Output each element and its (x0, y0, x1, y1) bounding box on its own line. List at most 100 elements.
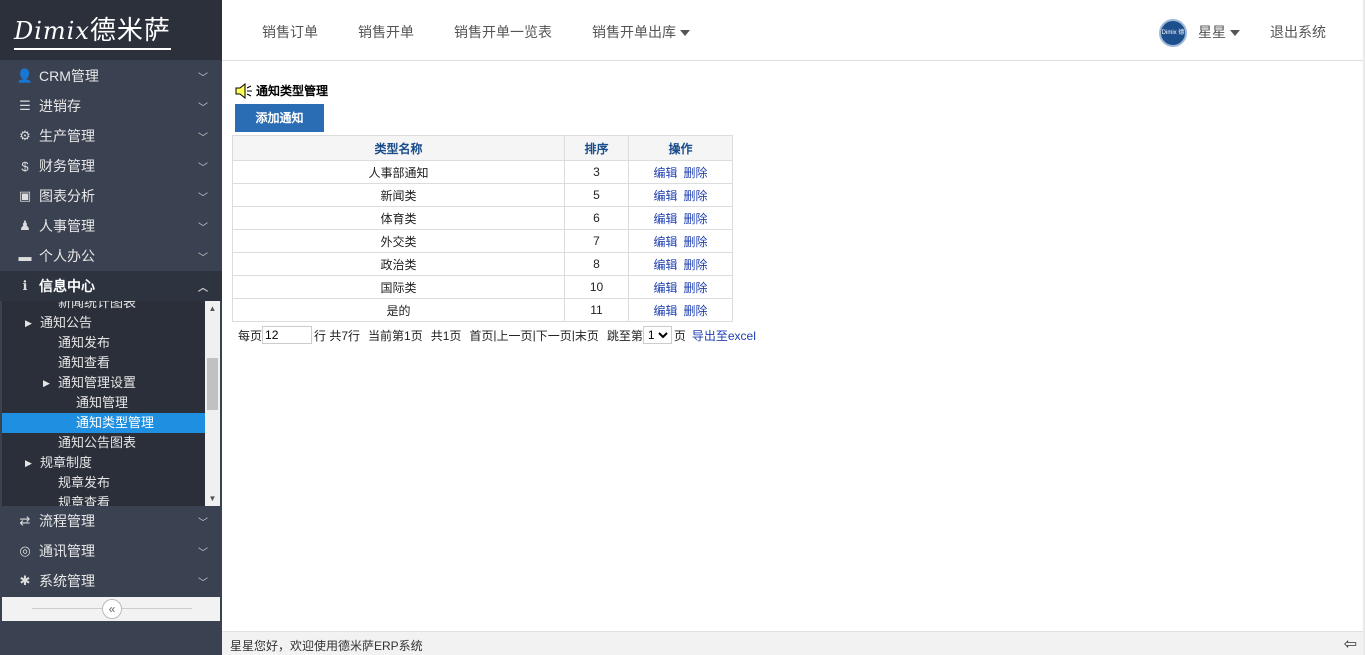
sidebar-item-user[interactable]: 👤 CRM管理 ﹀ (0, 61, 222, 91)
delete-link[interactable]: 删除 (684, 235, 708, 249)
sidebar-item-label: 进销存 (39, 98, 81, 114)
delete-link[interactable]: 删除 (684, 258, 708, 272)
sidebar-item-comments[interactable]: ◎ 通讯管理 ﹀ (0, 536, 222, 566)
cell-actions: 编辑 删除 (628, 252, 733, 276)
cell-order: 3 (564, 160, 629, 184)
per-page-input[interactable] (262, 326, 313, 344)
avatar[interactable]: Dimix 德米萨 (1159, 19, 1187, 60)
cell-type-name: 国际类 (232, 275, 565, 299)
submenu-item[interactable]: ▶ 规章制度 (2, 453, 205, 473)
caret-right-icon: ▶ (25, 318, 32, 328)
table-row: 人事部通知 3 编辑 删除 (232, 160, 733, 184)
sidebar-item-dollar[interactable]: $ 财务管理 ﹀ (0, 151, 222, 181)
submenu-item-label: 通知管理设置 (58, 375, 137, 390)
table-row: 新闻类 5 编辑 删除 (232, 183, 733, 207)
edit-link[interactable]: 编辑 (653, 304, 677, 318)
cell-type-name: 人事部通知 (232, 160, 565, 184)
edit-link[interactable]: 编辑 (653, 281, 677, 295)
first-page-link[interactable]: 首页 (469, 327, 493, 344)
scroll-up-icon[interactable]: ▲ (205, 301, 220, 316)
submenu-item[interactable]: 通知类型管理 (2, 413, 205, 433)
submenu-item-label: 规章查看 (58, 495, 111, 506)
submenu-scrollbar[interactable]: ▲ ▼ (205, 301, 220, 506)
sidebar-item-label: 系统管理 (39, 573, 95, 589)
submenu-item[interactable]: 通知发布 (2, 333, 205, 353)
chevron-down-icon: ﹀ (198, 133, 208, 144)
exchange-icon: ⇄ (19, 513, 31, 528)
collapse-sidebar-icon[interactable]: « (102, 599, 122, 619)
sidebar-item-list[interactable]: ☰ 进销存 ﹀ (0, 91, 222, 121)
prev-page-link[interactable]: 上一页 (497, 327, 533, 344)
export-excel-link[interactable]: 导出至excel (692, 327, 756, 344)
submenu-item[interactable]: 通知查看 (2, 353, 205, 373)
caret-down-icon (680, 30, 690, 37)
page-title-row: 通知类型管理 (235, 82, 328, 99)
submenu-item[interactable]: ▶ 通知管理设置 (2, 373, 205, 393)
submenu-item[interactable]: 通知公告图表 (2, 433, 205, 453)
sidebar-item-user-tie[interactable]: ♟ 人事管理 ﹀ (0, 211, 222, 241)
sidebar-item-label: 个人办公 (39, 248, 95, 264)
user-name: 星星 (1198, 24, 1226, 40)
column-header-order[interactable]: 排序 (564, 135, 629, 161)
cell-type-name: 外交类 (232, 229, 565, 253)
jump-page-select[interactable]: 1 (642, 326, 672, 344)
nav-sales-invoice-list[interactable]: 销售开单一览表 (454, 22, 552, 42)
chevron-down-icon: ﹀ (198, 163, 208, 174)
submenu-item[interactable]: ▶ 通知公告 (2, 313, 205, 333)
caret-down-icon (1230, 30, 1240, 37)
column-header-type-name[interactable]: 类型名称 (232, 135, 565, 161)
dollar-icon: $ (21, 158, 29, 174)
sidebar-item-image[interactable]: ▣ 图表分析 ﹀ (0, 181, 222, 211)
top-header: 销售订单 销售开单 销售开单一览表 销售开单出库 Dimix 德米萨 星星 退出… (222, 0, 1365, 61)
submenu-item[interactable]: 新闻统计图表 (2, 301, 205, 313)
sidebar-item-gears[interactable]: ⚙ 生产管理 ﹀ (0, 121, 222, 151)
arrow-left-icon[interactable]: ⇦ (1344, 634, 1357, 654)
table-header-row: 类型名称 排序 操作 (232, 135, 733, 161)
nav-sales-invoice[interactable]: 销售开单 (358, 22, 414, 42)
user-menu[interactable]: 星星 (1198, 22, 1240, 42)
delete-link[interactable]: 删除 (684, 166, 708, 180)
submenu-item[interactable]: 通知管理 (2, 393, 205, 413)
submenu-item[interactable]: 规章发布 (2, 473, 205, 493)
logo-text: Dimix德米萨 (14, 10, 171, 50)
chevron-up-icon: ︿ (198, 283, 208, 294)
sidebar-item-label: 图表分析 (39, 188, 95, 204)
delete-link[interactable]: 删除 (684, 212, 708, 226)
info-center-submenu: 新闻统计图表 ▶ 通知公告 通知发布 通知查看 ▶ 通知管理设置 通知管理 通知类型管理 通知公告… (2, 301, 220, 506)
logo[interactable]: Dimix德米萨 (0, 0, 222, 60)
edit-link[interactable]: 编辑 (653, 258, 677, 272)
table-row: 国际类 10 编辑 删除 (232, 275, 733, 299)
table-body: 人事部通知 3 编辑 删除 新闻类 5 编辑 删除 体育类 6 编辑 删除 外交类 7 编辑 删除 政治类 8 编辑… (232, 160, 733, 322)
sidebar-item-info[interactable]: ℹ 信息中心 ︿ (0, 271, 222, 301)
submenu-item[interactable]: 规章查看 (2, 493, 205, 506)
next-page-link[interactable]: 下一页 (536, 327, 572, 344)
table-row: 体育类 6 编辑 删除 (232, 206, 733, 230)
submenu-item-label: 新闻统计图表 (58, 301, 137, 310)
user-icon: 👤 (16, 68, 34, 83)
sidebar-menu-top: 👤 CRM管理 ﹀ ☰ 进销存 ﹀ ⚙ 生产管理 ﹀ $ 财务管理 ﹀ ▣ 图表分析 ﹀ ♟ 人事管理 ﹀ ▬ 个人办… (0, 61, 222, 301)
last-page-link[interactable]: 末页 (575, 327, 599, 344)
edit-link[interactable]: 编辑 (653, 166, 677, 180)
scroll-down-icon[interactable]: ▼ (205, 491, 220, 506)
cell-actions: 编辑 删除 (628, 206, 733, 230)
edit-link[interactable]: 编辑 (653, 235, 677, 249)
chevron-down-icon: ﹀ (198, 518, 208, 529)
logout-link[interactable]: 退出系统 (1270, 22, 1326, 42)
edit-link[interactable]: 编辑 (653, 189, 677, 203)
delete-link[interactable]: 删除 (684, 189, 708, 203)
scrollbar-thumb[interactable] (207, 358, 218, 410)
column-header-actions: 操作 (628, 135, 733, 161)
per-page-label: 每页 (238, 328, 263, 343)
sidebar-item-briefcase[interactable]: ▬ 个人办公 ﹀ (0, 241, 222, 271)
notice-type-table: 类型名称 排序 操作 人事部通知 3 编辑 删除 新闻类 5 编辑 删除 体育类 6 编辑 删除 外交类… (232, 135, 733, 322)
gears-icon: ⚙ (19, 128, 31, 143)
edit-link[interactable]: 编辑 (653, 212, 677, 226)
delete-link[interactable]: 删除 (684, 281, 708, 295)
sidebar-item-exchange[interactable]: ⇄ 流程管理 ﹀ (0, 506, 222, 536)
add-notice-type-button[interactable]: 添加通知 (235, 104, 324, 132)
delete-link[interactable]: 删除 (684, 304, 708, 318)
nav-sales-invoice-outbound[interactable]: 销售开单出库 (592, 22, 690, 42)
chevron-down-icon: ﹀ (198, 193, 208, 204)
nav-sales-order[interactable]: 销售订单 (262, 22, 318, 42)
sidebar-item-cog[interactable]: ✱ 系统管理 ﹀ (0, 566, 222, 596)
